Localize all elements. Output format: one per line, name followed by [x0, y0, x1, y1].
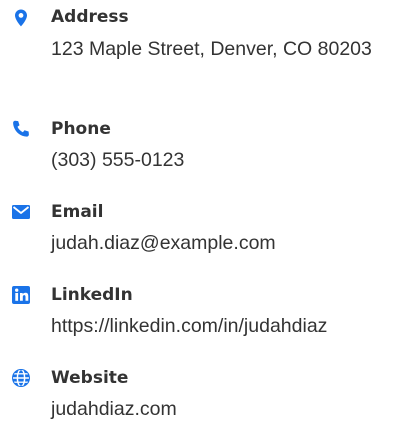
contact-label-email: Email — [51, 202, 104, 222]
contact-value-email[interactable]: judah.diaz@example.com — [51, 229, 406, 258]
contact-value-linkedin[interactable]: https://linkedin.com/in/judahdiaz — [51, 312, 406, 341]
contact-label-linkedin: LinkedIn — [51, 285, 133, 305]
phone-icon — [11, 119, 31, 139]
envelope-icon — [11, 202, 31, 222]
contact-value-website[interactable]: judahdiaz.com — [51, 395, 406, 424]
contact-label-address: Address — [51, 7, 129, 27]
globe-icon — [11, 368, 31, 388]
contact-value-address: 123 Maple Street, Denver, CO 80203 — [51, 38, 372, 60]
linkedin-icon — [11, 285, 31, 305]
map-pin-icon — [11, 8, 31, 28]
contact-label-phone: Phone — [51, 119, 111, 139]
contact-label-website: Website — [51, 368, 129, 388]
contact-value-phone[interactable]: (303) 555-0123 — [51, 146, 406, 175]
